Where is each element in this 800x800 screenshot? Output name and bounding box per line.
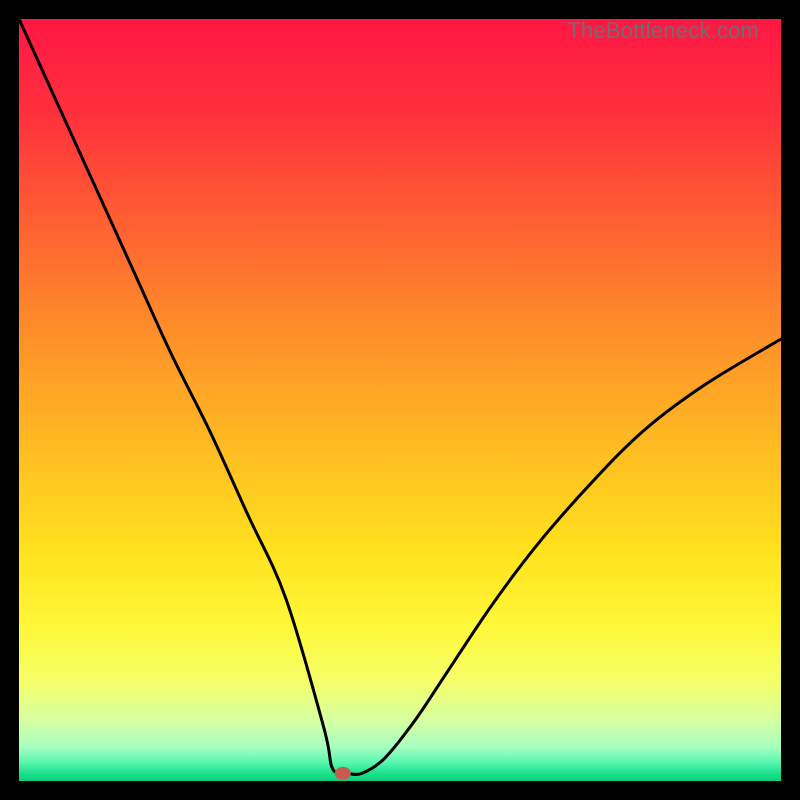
optimal-point-marker [335,767,351,780]
watermark-text: TheBottleneck.com [567,18,759,44]
plot-background [19,19,781,781]
chart-plot [19,19,781,781]
chart-frame: TheBottleneck.com [19,19,781,781]
